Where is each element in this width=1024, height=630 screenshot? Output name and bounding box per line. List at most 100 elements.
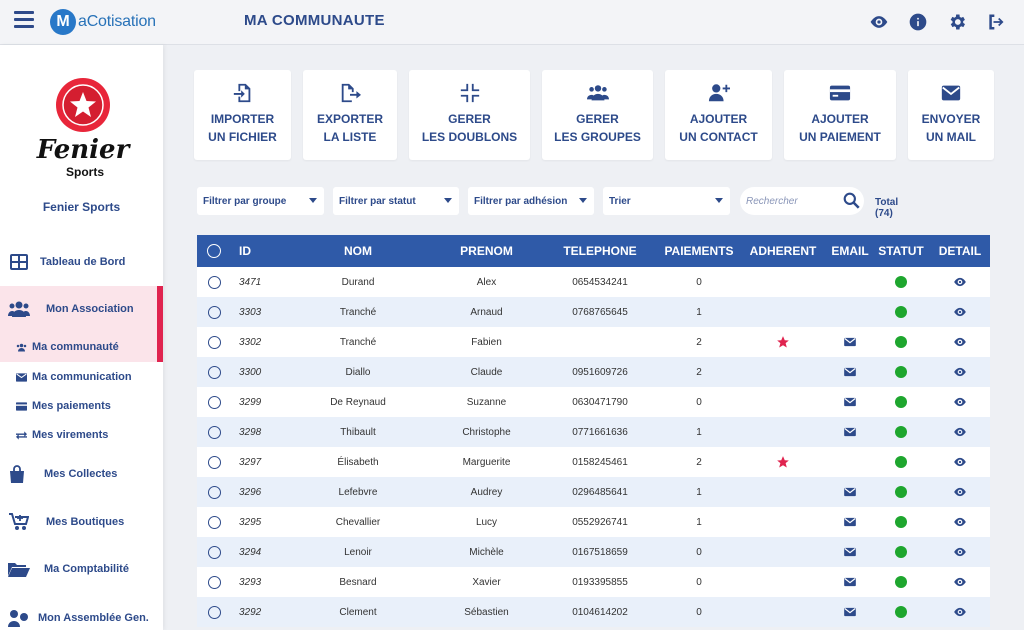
envelope-icon[interactable] — [843, 515, 857, 529]
manage-duplicates-button[interactable]: GERER LES DOUBLONS — [409, 70, 530, 160]
add-payment-button[interactable]: AJOUTER UN PAIEMENT — [784, 70, 896, 160]
table-row[interactable]: 3303 Tranché Arnaud 0768765645 1 — [197, 297, 990, 327]
cell-statut — [872, 597, 930, 627]
cell-paiements: 2 — [696, 336, 702, 348]
filter-membership-select[interactable]: Filtrer par adhésion — [468, 187, 594, 215]
table-row[interactable]: 3295 Chevallier Lucy 0552926741 1 — [197, 507, 990, 537]
envelope-icon[interactable] — [843, 425, 857, 439]
manage-groups-button[interactable]: GERER LES GROUPES — [542, 70, 653, 160]
filter-group-select[interactable]: Filtrer par groupe — [197, 187, 324, 215]
table-row[interactable]: 3294 Lenoir Michèle 0167518659 0 — [197, 537, 990, 567]
chevron-down-icon — [715, 198, 723, 203]
search-icon[interactable] — [843, 192, 860, 209]
col-statut[interactable]: STATUT — [872, 235, 930, 267]
nav-communaute[interactable]: Ma communauté — [16, 341, 119, 353]
cell-id: 3298 — [239, 426, 262, 438]
envelope-icon[interactable] — [843, 575, 857, 589]
export-list-button[interactable]: EXPORTER LA LISTE — [303, 70, 397, 160]
col-detail[interactable]: DETAIL — [930, 235, 990, 267]
eye-icon[interactable] — [953, 305, 967, 319]
eye-icon[interactable] — [953, 365, 967, 379]
envelope-icon[interactable] — [843, 545, 857, 559]
table-row[interactable]: 3299 De Reynaud Suzanne 0630471790 0 — [197, 387, 990, 417]
row-select-radio[interactable] — [207, 485, 221, 499]
row-select-radio[interactable] — [207, 515, 221, 529]
eye-icon[interactable] — [953, 545, 967, 559]
eye-icon[interactable] — [953, 425, 967, 439]
row-select-radio[interactable] — [207, 575, 221, 589]
menu-icon[interactable] — [14, 11, 34, 31]
eye-icon[interactable] — [953, 275, 967, 289]
nav-communication[interactable]: Ma communication — [16, 371, 132, 383]
import-file-button[interactable]: IMPORTER UN FICHIER — [194, 70, 291, 160]
status-dot — [895, 396, 907, 408]
cell-statut — [872, 507, 930, 537]
select-all-radio[interactable] — [207, 244, 221, 259]
club-logo: Fenier Sports — [36, 78, 132, 179]
table-row[interactable]: 3300 Diallo Claude 0951609726 2 — [197, 357, 990, 387]
envelope-icon[interactable] — [843, 485, 857, 499]
envelope-icon[interactable] — [843, 335, 857, 349]
row-select-radio[interactable] — [207, 545, 221, 559]
eye-icon[interactable] — [953, 605, 967, 619]
envelope-icon[interactable] — [843, 605, 857, 619]
col-adherent[interactable]: ADHERENT — [738, 235, 828, 267]
nav-association[interactable]: Mon Association — [0, 296, 163, 322]
table-row[interactable]: 3298 Thibault Christophe 0771661636 1 — [197, 417, 990, 447]
envelope-icon[interactable] — [843, 365, 857, 379]
send-mail-button[interactable]: ENVOYER UN MAIL — [908, 70, 994, 160]
row-select-radio[interactable] — [207, 305, 221, 319]
nav-collectes[interactable]: Mes Collectes — [0, 461, 163, 487]
table-row[interactable]: 3292 Clement Sébastien 0104614202 0 — [197, 597, 990, 627]
col-paiements[interactable]: PAIEMENTS — [660, 235, 738, 267]
row-select-radio[interactable] — [207, 365, 221, 379]
eye-icon[interactable] — [868, 11, 890, 33]
col-email[interactable]: EMAIL — [828, 235, 872, 267]
cell-detail — [930, 297, 990, 327]
col-prenom[interactable]: PRENOM — [433, 235, 540, 267]
row-select-radio[interactable] — [207, 605, 221, 619]
table-row[interactable]: 3297 Élisabeth Marguerite 0158245461 2 — [197, 447, 990, 477]
nav-dashboard[interactable]: Tableau de Bord — [0, 249, 163, 275]
nav-paiements[interactable]: Mes paiements — [16, 400, 111, 412]
cell-statut — [872, 537, 930, 567]
nav-comptabilite[interactable]: Ma Comptabilité — [0, 556, 163, 582]
cell-nom: Élisabeth — [337, 456, 379, 468]
info-icon[interactable] — [907, 11, 929, 33]
table-row[interactable]: 3296 Lefebvre Audrey 0296485641 1 — [197, 477, 990, 507]
col-nom[interactable]: NOM — [283, 235, 433, 267]
gear-icon[interactable] — [946, 11, 968, 33]
cell-prenom: Xavier — [472, 576, 501, 588]
eye-icon[interactable] — [953, 575, 967, 589]
eye-icon[interactable] — [953, 485, 967, 499]
cell-statut — [872, 327, 930, 357]
cell-id: 3300 — [239, 366, 262, 378]
row-select-radio[interactable] — [207, 395, 221, 409]
row-select-radio[interactable] — [207, 335, 221, 349]
eye-icon[interactable] — [953, 455, 967, 469]
eye-icon[interactable] — [953, 335, 967, 349]
card-icon — [16, 401, 32, 412]
envelope-icon[interactable] — [843, 395, 857, 409]
cell-detail — [930, 417, 990, 447]
cell-detail — [930, 597, 990, 627]
logout-icon[interactable] — [985, 11, 1007, 33]
filter-status-select[interactable]: Filtrer par statut — [333, 187, 459, 215]
nav-virements[interactable]: Mes virements — [16, 429, 108, 441]
add-contact-button[interactable]: AJOUTER UN CONTACT — [665, 70, 772, 160]
file-export-icon — [341, 83, 361, 103]
nav-boutiques[interactable]: Mes Boutiques — [0, 509, 163, 535]
sort-select[interactable]: Trier — [603, 187, 730, 215]
eye-icon[interactable] — [953, 515, 967, 529]
row-select-radio[interactable] — [207, 275, 221, 289]
table-row[interactable]: 3471 Durand Alex 0654534241 0 — [197, 267, 990, 297]
table-row[interactable]: 3293 Besnard Xavier 0193395855 0 — [197, 567, 990, 597]
eye-icon[interactable] — [953, 395, 967, 409]
app-logo[interactable]: M aCotisation — [50, 8, 156, 36]
col-telephone[interactable]: TELEPHONE — [540, 235, 660, 267]
table-row[interactable]: 3302 Tranché Fabien 2 — [197, 327, 990, 357]
row-select-radio[interactable] — [207, 455, 221, 469]
nav-assemblee[interactable]: Mon Assemblée Gen. — [0, 605, 163, 630]
col-id[interactable]: ID — [231, 235, 283, 267]
row-select-radio[interactable] — [207, 425, 221, 439]
